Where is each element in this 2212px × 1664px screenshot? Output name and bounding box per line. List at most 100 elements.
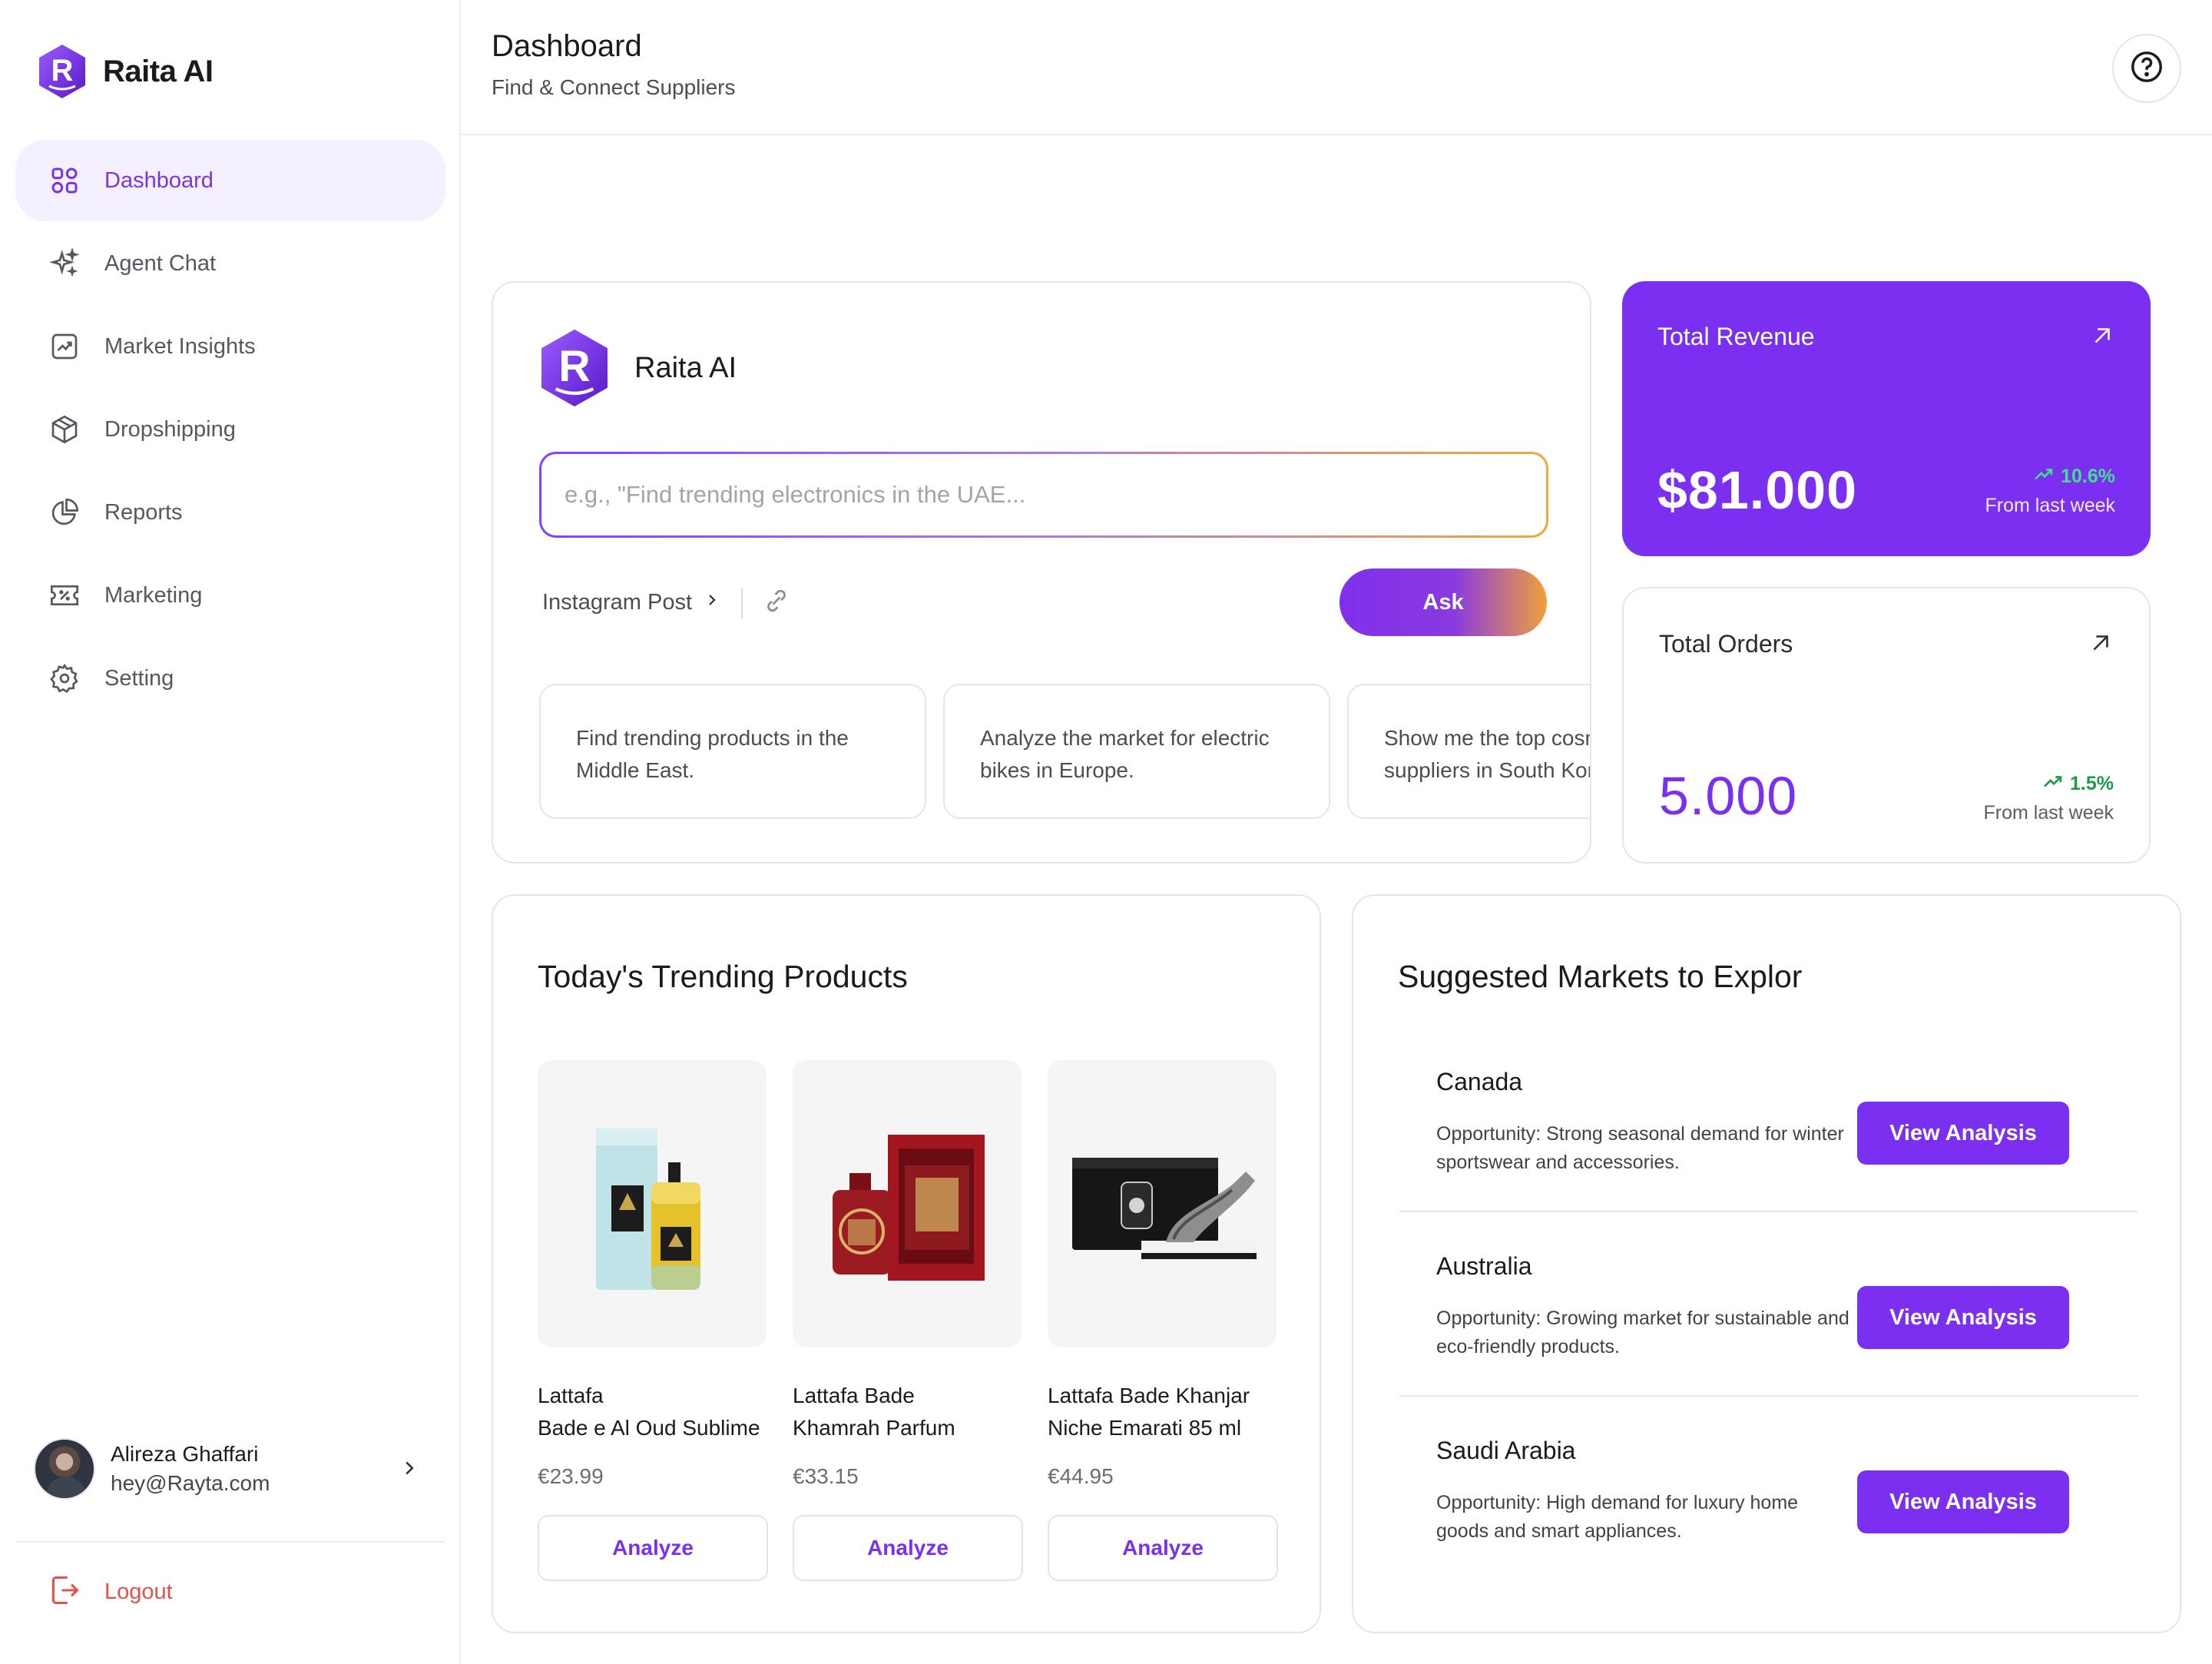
stat-title: Total Revenue — [1657, 323, 1815, 350]
sidebar-item-label: Market Insights — [104, 333, 256, 359]
stat-title: Total Orders — [1659, 630, 1793, 658]
user-name: Alireza Ghaffari — [111, 1442, 259, 1466]
sidebar: R Raita AI Dashboard Agent Chat Market I… — [0, 0, 461, 1664]
arrow-up-right-icon[interactable] — [2088, 630, 2114, 660]
brand[interactable]: R Raita AI — [37, 43, 214, 100]
chevron-right-icon — [703, 590, 721, 615]
prompt-input[interactable] — [565, 481, 1546, 509]
suggestion-card[interactable]: Find trending products in the Middle Eas… — [539, 684, 926, 819]
stat-value: 5.000 — [1659, 766, 1798, 826]
gear-icon — [48, 661, 81, 695]
sidebar-item-dropshipping[interactable]: Dropshipping — [15, 389, 445, 470]
assistant-card: R Raita AI Instagram Post Ask Find trend… — [492, 281, 1591, 863]
help-button[interactable] — [2112, 34, 2181, 103]
tool-divider — [741, 587, 743, 618]
trending-products-card: Today's Trending Products Lattafa Bade e… — [492, 894, 1321, 1633]
market-name: Canada — [1436, 1068, 1523, 1096]
prompt-tools: Instagram Post — [542, 587, 790, 618]
ticket-icon — [48, 578, 81, 612]
stat-delta-value: 1.5% — [2070, 773, 2114, 794]
box-icon — [48, 413, 81, 446]
total-orders-card[interactable]: Total Orders 5.000 1.5% From last week — [1622, 587, 2151, 863]
grid-icon — [48, 164, 81, 197]
pie-chart-icon — [48, 496, 81, 529]
sidebar-item-label: Setting — [104, 665, 174, 691]
product-card[interactable]: Lattafa Bade Khanjar Niche Emarati 85 ml… — [1048, 1060, 1278, 1581]
sidebar-item-market-insights[interactable]: Market Insights — [15, 306, 445, 387]
sparkles-icon — [48, 247, 81, 280]
stat-value: $81.000 — [1657, 460, 1858, 520]
sidebar-item-dashboard[interactable]: Dashboard — [15, 140, 445, 221]
suggestion-card[interactable]: Show me the top cosmetics suppliers in S… — [1347, 684, 1590, 819]
user-meta: Alireza Ghaffari hey@Rayta.com — [111, 1442, 270, 1496]
analyze-button[interactable]: Analyze — [1048, 1515, 1278, 1581]
logout-icon — [48, 1573, 81, 1611]
stat-from: From last week — [1985, 495, 2115, 516]
market-name: Australia — [1436, 1252, 1532, 1280]
ask-button[interactable]: Ask — [1339, 568, 1547, 636]
sidebar-divider — [15, 1541, 445, 1543]
chevron-right-icon[interactable] — [398, 1457, 421, 1483]
assistant-name: Raita AI — [634, 351, 737, 384]
stat-delta: 1.5% — [2042, 773, 2114, 795]
market-description: Opportunity: Growing market for sustaina… — [1436, 1308, 1849, 1357]
brand-logo: R — [541, 329, 608, 407]
section-title: Today's Trending Products — [538, 959, 908, 994]
product-image — [793, 1060, 1022, 1347]
page-header: Dashboard Find & Connect Suppliers — [461, 0, 2212, 135]
product-price: €23.99 — [538, 1464, 604, 1488]
analyze-button[interactable]: Analyze — [538, 1515, 768, 1581]
product-card[interactable]: Lattafa Bade Khamrah Parfum €33.15 Analy… — [793, 1060, 1023, 1581]
product-name: Lattafa Bade e Al Oud Sublime — [538, 1384, 760, 1440]
product-card[interactable]: Lattafa Bade e Al Oud Sublime €23.99 Ana… — [538, 1060, 768, 1581]
tool-label: Instagram Post — [542, 590, 693, 615]
stat-delta-value: 10.6% — [2061, 466, 2115, 487]
sidebar-item-label: Marketing — [104, 582, 203, 608]
arrow-up-right-icon[interactable] — [2089, 323, 2115, 353]
market-divider — [1399, 1395, 2138, 1397]
product-image — [1048, 1060, 1277, 1347]
brand-name: Raita AI — [103, 54, 214, 88]
trend-up-icon — [2033, 466, 2055, 488]
brand-logo: R — [39, 45, 85, 98]
stat-from: From last week — [1983, 802, 2114, 824]
prompt-field-inner — [541, 454, 1546, 535]
attach-link-icon[interactable] — [763, 587, 790, 618]
view-analysis-button[interactable]: View Analysis — [1857, 1470, 2069, 1533]
product-name: Lattafa Bade Khamrah Parfum — [793, 1384, 955, 1440]
prompt-field — [539, 452, 1548, 538]
svg-text:R: R — [558, 342, 590, 391]
user-email: hey@Rayta.com — [111, 1471, 270, 1495]
sidebar-item-reports[interactable]: Reports — [15, 472, 445, 553]
suggestion-card[interactable]: Analyze the market for electric bikes in… — [943, 684, 1330, 819]
page-title: Dashboard — [492, 29, 642, 63]
market-description: Opportunity: High demand for luxury home… — [1436, 1492, 1799, 1542]
sidebar-item-marketing[interactable]: Marketing — [15, 555, 445, 636]
page-subtitle: Find & Connect Suppliers — [492, 75, 736, 99]
avatar — [34, 1438, 95, 1500]
market-description: Opportunity: Strong seasonal demand for … — [1436, 1123, 1844, 1173]
instagram-post-selector[interactable]: Instagram Post — [542, 590, 721, 615]
sidebar-item-agent-chat[interactable]: Agent Chat — [15, 223, 445, 304]
svg-text:R: R — [51, 54, 74, 88]
sidebar-item-setting[interactable]: Setting — [15, 638, 445, 719]
logout-label: Logout — [104, 1579, 173, 1604]
view-analysis-button[interactable]: View Analysis — [1857, 1286, 2069, 1349]
assistant-header: R Raita AI — [538, 327, 737, 409]
suggested-markets-card: Suggested Markets to Explor Canada Oppor… — [1352, 894, 2181, 1633]
product-price: €33.15 — [793, 1464, 859, 1488]
view-analysis-button[interactable]: View Analysis — [1857, 1102, 2069, 1165]
help-circle-icon — [2129, 49, 2164, 88]
total-revenue-card[interactable]: Total Revenue $81.000 10.6% From last we… — [1622, 281, 2151, 556]
sidebar-item-label: Reports — [104, 499, 183, 525]
product-name: Lattafa Bade Khanjar Niche Emarati 85 ml — [1048, 1384, 1250, 1440]
logout-button[interactable]: Logout — [48, 1573, 173, 1611]
user-profile[interactable]: Alireza Ghaffari hey@Rayta.com — [34, 1437, 427, 1501]
sidebar-nav: Dashboard Agent Chat Market Insights Dro… — [15, 140, 445, 721]
trend-up-icon — [2042, 773, 2064, 795]
analyze-button[interactable]: Analyze — [793, 1515, 1023, 1581]
sidebar-item-label: Dashboard — [104, 167, 214, 193]
chart-icon — [48, 330, 81, 363]
product-price: €44.95 — [1048, 1464, 1114, 1488]
sidebar-item-label: Dropshipping — [104, 416, 236, 442]
